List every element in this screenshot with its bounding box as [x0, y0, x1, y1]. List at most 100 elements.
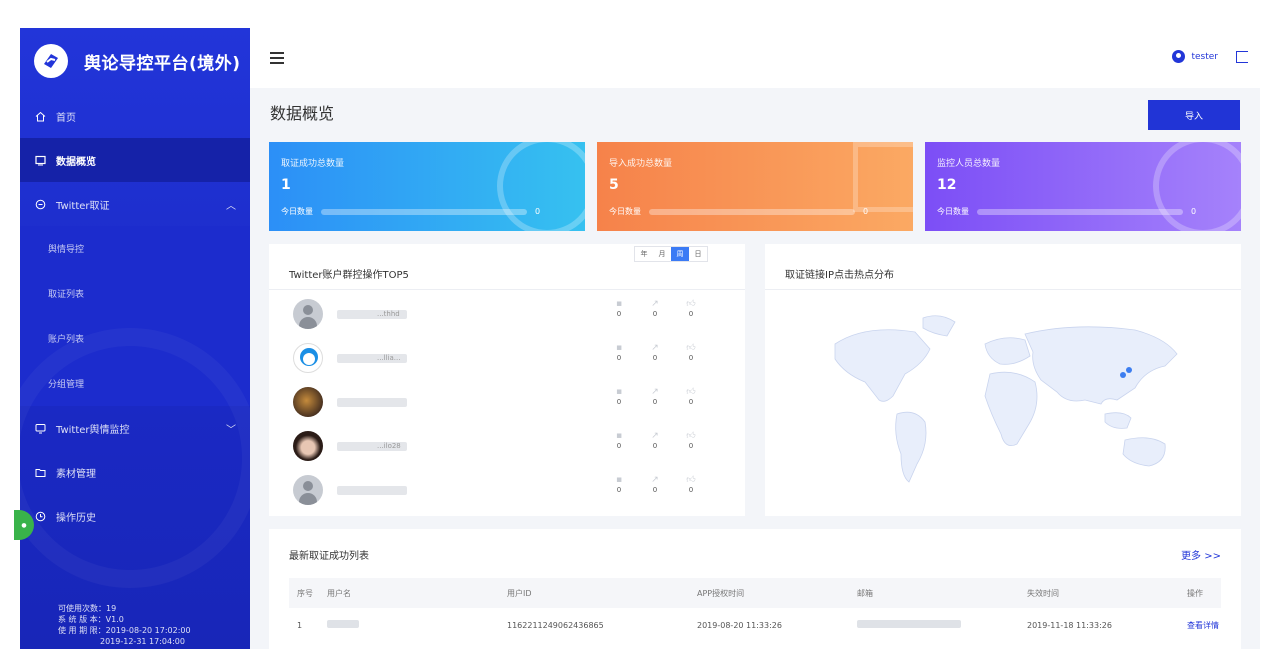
metric-retweets: ↗ 0: [637, 430, 673, 450]
metric-value: 0: [616, 310, 622, 318]
metric-value: 0: [688, 354, 694, 362]
stat-today: 今日数量 0: [937, 206, 1207, 217]
table-row[interactable]: 1 1162211249062436865 2019-08-20 11:33:2…: [289, 608, 1221, 642]
list-item[interactable]: ▪ 0 ↗ 0 👍︎ 0: [293, 470, 723, 510]
sidebar-item-history[interactable]: 操作历史: [20, 494, 250, 538]
stat-label: 监控人员总数量: [937, 159, 1001, 169]
metric-value: 0: [688, 398, 694, 406]
share-icon: ↗: [651, 475, 659, 485]
sidebar-subitem-guidance[interactable]: 舆情导控: [20, 226, 250, 271]
account-name: [337, 485, 407, 495]
home-icon: [34, 110, 46, 122]
folder-icon: [34, 466, 46, 478]
sidebar-item-label: Twitter舆情监控: [56, 424, 130, 436]
metric-likes: 👍︎ 0: [673, 386, 709, 406]
account-name: [337, 397, 407, 407]
view-details-link[interactable]: 查看详情: [1179, 620, 1221, 631]
logo[interactable]: 舆论导控平台(境外): [20, 28, 250, 94]
stat-label: 导入成功总数量: [609, 159, 673, 169]
col-auth-time: APP授权时间: [697, 588, 745, 598]
sidebar-item-label: Twitter取证: [56, 200, 110, 212]
list-item[interactable]: ...llia... ▪ 0 ↗ 0 👍︎ 0: [293, 338, 723, 378]
metric-value: 0: [616, 442, 622, 450]
col-expire: 失效时间: [1027, 588, 1059, 598]
metric-value: 0: [688, 310, 694, 318]
cell-auth-time: 2019-08-20 11:33:26: [697, 620, 782, 630]
twitter-icon: [34, 198, 46, 210]
sidebar-item-label: 首页: [56, 112, 76, 124]
page-title: 数据概览: [270, 104, 335, 123]
metric-value: 0: [652, 486, 658, 494]
menu-toggle-icon[interactable]: [270, 52, 284, 64]
user-menu[interactable]: tester: [1172, 50, 1248, 63]
today-label: 今日数量: [609, 207, 641, 216]
monitor-icon: [34, 422, 46, 434]
like-icon: 👍︎: [686, 299, 696, 309]
more-link[interactable]: 更多 >>: [1181, 547, 1221, 562]
list-item[interactable]: ...ilo28 ▪ 0 ↗ 0 👍︎ 0: [293, 426, 723, 466]
like-icon: 👍︎: [686, 387, 696, 397]
today-value: 0: [863, 207, 869, 216]
list-item[interactable]: ...thhd ▪ 0 ↗ 0 👍︎ 0: [293, 294, 723, 334]
app-title: 舆论导控平台(境外): [84, 53, 241, 74]
sidebar-item-home[interactable]: 首页: [20, 94, 250, 138]
metric-value: 0: [688, 442, 694, 450]
col-action: 操作: [1187, 588, 1203, 598]
sidebar-subitem-evidence-list[interactable]: 取证列表: [20, 271, 250, 316]
ip-heatmap-card: 取证链接IP点击热点分布: [765, 244, 1241, 516]
col-username: 用户名: [327, 588, 351, 598]
username: tester: [1191, 51, 1218, 62]
chevron-down-icon: ﹀: [226, 424, 236, 436]
account-name: ...ilo28: [337, 441, 407, 451]
today-progress-bar: [321, 208, 527, 215]
avatar: [293, 387, 323, 417]
like-icon: 👍︎: [686, 431, 696, 441]
metric-value: 0: [652, 442, 658, 450]
account-name: ...thhd: [337, 309, 407, 319]
card-header: 年 月 周 日 Twitter账户群控操作TOP5: [269, 244, 745, 290]
col-index: 序号: [297, 588, 313, 598]
like-icon: 👍︎: [686, 475, 696, 485]
period-week[interactable]: 周: [671, 247, 689, 261]
today-progress-bar: [649, 208, 855, 215]
stat-card-evidence: 取证成功总数量 1 今日数量 0: [269, 142, 585, 231]
logout-icon[interactable]: [1236, 50, 1248, 63]
period-year[interactable]: 年: [635, 247, 653, 261]
period-day[interactable]: 日: [689, 247, 707, 261]
metric-comments: ▪ 0: [601, 298, 637, 318]
world-map[interactable]: [805, 304, 1205, 504]
sidebar-item-twitter-evidence[interactable]: Twitter取证 ︿: [20, 182, 250, 226]
today-value: 0: [1191, 207, 1197, 216]
share-icon: ↗: [651, 299, 659, 309]
like-icon: 👍︎: [686, 343, 696, 353]
stat-card-monitor: 监控人员总数量 12 今日数量 0: [925, 142, 1241, 231]
today-value: 0: [535, 207, 541, 216]
metric-retweets: ↗ 0: [637, 298, 673, 318]
list-item[interactable]: ▪ 0 ↗ 0 👍︎ 0: [293, 382, 723, 422]
metrics: ▪ 0 ↗ 0 👍︎ 0: [601, 430, 709, 450]
redacted-email: [857, 620, 961, 628]
metric-value: 0: [652, 310, 658, 318]
card-title: Twitter账户群控操作TOP5: [289, 270, 409, 281]
metrics: ▪ 0 ↗ 0 👍︎ 0: [601, 342, 709, 362]
cell-expire: 2019-11-18 11:33:26: [1027, 620, 1112, 630]
metric-comments: ▪ 0: [601, 474, 637, 494]
metrics: ▪ 0 ↗ 0 👍︎ 0: [601, 386, 709, 406]
sidebar-item-materials[interactable]: 素材管理: [20, 450, 250, 494]
sidebar-item-overview[interactable]: 数据概览: [20, 138, 250, 182]
metrics: ▪ 0 ↗ 0 👍︎ 0: [601, 474, 709, 494]
card-title: 最新取证成功列表: [289, 551, 369, 562]
today-label: 今日数量: [937, 207, 969, 216]
avatar: [293, 299, 323, 329]
today-progress-bar: [977, 208, 1183, 215]
sidebar-item-label: 素材管理: [56, 468, 96, 480]
period-month[interactable]: 月: [653, 247, 671, 261]
import-button[interactable]: 导入: [1148, 100, 1240, 130]
metric-value: 0: [616, 486, 622, 494]
card-header: 取证链接IP点击热点分布: [765, 244, 1241, 290]
metric-value: 0: [652, 398, 658, 406]
col-email: 邮箱: [857, 588, 873, 598]
sidebar-item-twitter-monitor[interactable]: Twitter舆情监控 ﹀: [20, 406, 250, 450]
share-icon: ↗: [651, 387, 659, 397]
stat-today: 今日数量 0: [609, 206, 879, 217]
